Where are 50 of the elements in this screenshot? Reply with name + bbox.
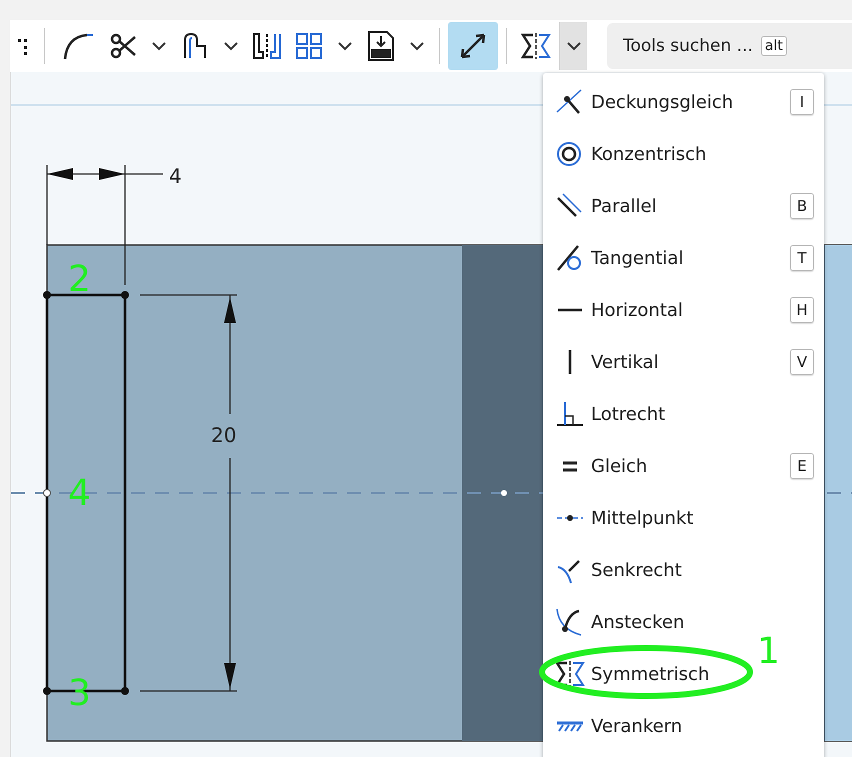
grid-icon xyxy=(295,32,323,60)
menu-item[interactable]: Senkrecht xyxy=(543,544,692,596)
menu-item[interactable]: Mittelpunkt xyxy=(543,492,704,544)
menu-item[interactable]: Anstecken xyxy=(543,596,694,648)
shortcut-key: B xyxy=(790,193,814,219)
sketch-point xyxy=(501,490,507,496)
caret-icon xyxy=(566,42,580,50)
perpendicular-icon xyxy=(555,399,585,429)
menu-item[interactable]: Gleich E xyxy=(543,440,824,492)
menu-item[interactable]: Deckungsgleich I xyxy=(543,76,824,128)
menu-item[interactable]: Verankern xyxy=(543,700,692,752)
shortcut-key: H xyxy=(790,297,814,323)
fillet-icon xyxy=(61,31,93,61)
shortcut-key: E xyxy=(790,453,814,479)
offset-icon xyxy=(182,32,208,60)
symmetric-icon xyxy=(555,660,585,688)
tool-search-button[interactable]: Tools suchen ... alt xyxy=(607,23,852,69)
dimension-icon xyxy=(458,31,488,61)
symmetric-icon xyxy=(521,32,551,60)
mirror-icon xyxy=(251,32,283,60)
shortcut-key: V xyxy=(790,349,814,375)
file-icon xyxy=(367,30,395,62)
dimension-label: 4 xyxy=(169,164,182,188)
annotation-number: 1 xyxy=(757,634,780,670)
scissors-icon xyxy=(109,33,137,59)
caret-icon xyxy=(152,42,166,50)
menu-item[interactable]: Symmetrisch xyxy=(543,648,720,700)
menu-item[interactable]: Tangential T xyxy=(543,232,824,284)
shortcut-key: T xyxy=(790,245,814,271)
menu-item[interactable]: Vertikal V xyxy=(543,336,824,388)
dimension-label: 20 xyxy=(211,423,236,447)
dropdown-button[interactable] xyxy=(559,22,587,70)
dimension-tool-button[interactable] xyxy=(448,22,498,70)
sketch-point xyxy=(43,489,51,497)
menu-item[interactable]: Lotrecht xyxy=(543,388,676,440)
menu-item[interactable]: Parallel B xyxy=(543,180,824,232)
caret-icon xyxy=(338,42,352,50)
midpoint-icon xyxy=(557,514,583,522)
horizontal-icon xyxy=(558,308,582,312)
equal-icon xyxy=(563,460,577,472)
keyboard-key: alt xyxy=(760,36,787,56)
shortcut-key: I xyxy=(790,89,814,115)
caret-icon xyxy=(224,42,238,50)
menu-item[interactable]: Konzentrisch xyxy=(543,128,716,180)
annotation-number: 4 xyxy=(68,476,91,512)
caret-icon xyxy=(410,42,424,50)
fix-icon xyxy=(557,720,583,732)
annotation-number: 2 xyxy=(68,262,91,298)
vertical-icon xyxy=(568,350,572,374)
menu-item[interactable]: Horizontal H xyxy=(543,284,824,336)
